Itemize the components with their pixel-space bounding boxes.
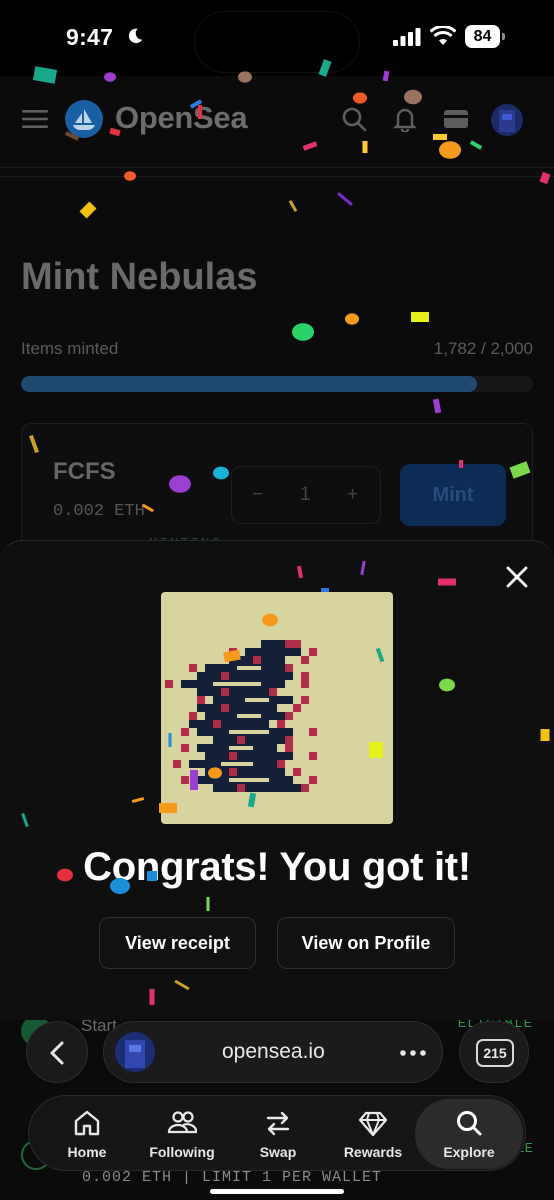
- wallet-icon[interactable]: [443, 106, 469, 132]
- cellular-signal-icon: [393, 28, 421, 46]
- collection-title: Mint Nebulas: [21, 256, 258, 298]
- tab-home[interactable]: Home: [39, 1096, 135, 1172]
- tab-label: Home: [67, 1144, 107, 1160]
- nft-image: [161, 592, 393, 824]
- quantity-value: 1: [300, 484, 311, 505]
- items-minted-label: Items minted: [21, 339, 119, 358]
- close-icon[interactable]: [503, 563, 531, 591]
- pixel-art: [165, 640, 317, 792]
- home-indicator: [210, 1189, 344, 1194]
- avatar[interactable]: [491, 104, 523, 136]
- congrats-title: Congrats! You got it!: [83, 845, 471, 889]
- browser-back-button[interactable]: [26, 1021, 88, 1083]
- bottom-tab-bar: Home Following Swap Rewards Explore: [28, 1095, 526, 1171]
- battery-level: 84: [473, 27, 492, 45]
- following-icon: [167, 1111, 197, 1134]
- opensea-logo[interactable]: [65, 100, 103, 138]
- items-minted-count: 1,782 / 2,000: [433, 339, 533, 358]
- bell-icon[interactable]: [392, 106, 418, 132]
- tabs-button[interactable]: 215: [459, 1021, 529, 1083]
- site-header: OpenSea: [0, 76, 554, 168]
- url-text: opensea.io: [222, 1040, 325, 1063]
- search-icon: [457, 1111, 482, 1136]
- tab-swap[interactable]: Swap: [230, 1096, 326, 1172]
- search-icon[interactable]: [341, 106, 367, 132]
- mint-progress-bar: [21, 376, 533, 392]
- tab-following[interactable]: Following: [134, 1096, 230, 1172]
- tab-count: 215: [476, 1039, 514, 1067]
- tab-rewards[interactable]: Rewards: [325, 1096, 421, 1172]
- menu-icon[interactable]: [22, 109, 48, 129]
- increment-button[interactable]: +: [347, 484, 358, 506]
- site-avatar: [115, 1032, 155, 1072]
- quantity-stepper[interactable]: − 1 +: [231, 466, 381, 524]
- moon-icon: [128, 28, 143, 44]
- more-icon[interactable]: [400, 1050, 426, 1056]
- wifi-icon: [430, 26, 456, 45]
- mint-progress-fill: [21, 376, 478, 392]
- stage-name: FCFS: [53, 458, 116, 485]
- swap-icon: [266, 1111, 290, 1136]
- tab-label: Swap: [259, 1144, 297, 1160]
- header-divider: [0, 176, 554, 177]
- status-time: 9:47: [66, 24, 114, 50]
- address-bar[interactable]: opensea.io: [103, 1021, 443, 1083]
- tab-label: Following: [149, 1144, 215, 1160]
- home-icon: [74, 1110, 100, 1136]
- status-bar: 9:47 84: [0, 0, 554, 76]
- chevron-left-icon: [50, 1041, 64, 1065]
- decrement-button[interactable]: −: [252, 484, 263, 506]
- tab-label: Rewards: [343, 1144, 403, 1160]
- view-receipt-button[interactable]: View receipt: [99, 917, 256, 969]
- view-on-profile-button[interactable]: View on Profile: [277, 917, 455, 969]
- stage-price: 0.002 ETH: [53, 502, 145, 521]
- mint-button[interactable]: Mint: [400, 464, 506, 526]
- tab-label: Explore: [443, 1144, 495, 1160]
- brand-name[interactable]: OpenSea: [115, 100, 248, 136]
- diamond-icon: [358, 1111, 388, 1137]
- dynamic-island: [194, 11, 360, 73]
- tab-explore[interactable]: Explore: [415, 1099, 523, 1169]
- battery-icon: 84: [465, 25, 505, 48]
